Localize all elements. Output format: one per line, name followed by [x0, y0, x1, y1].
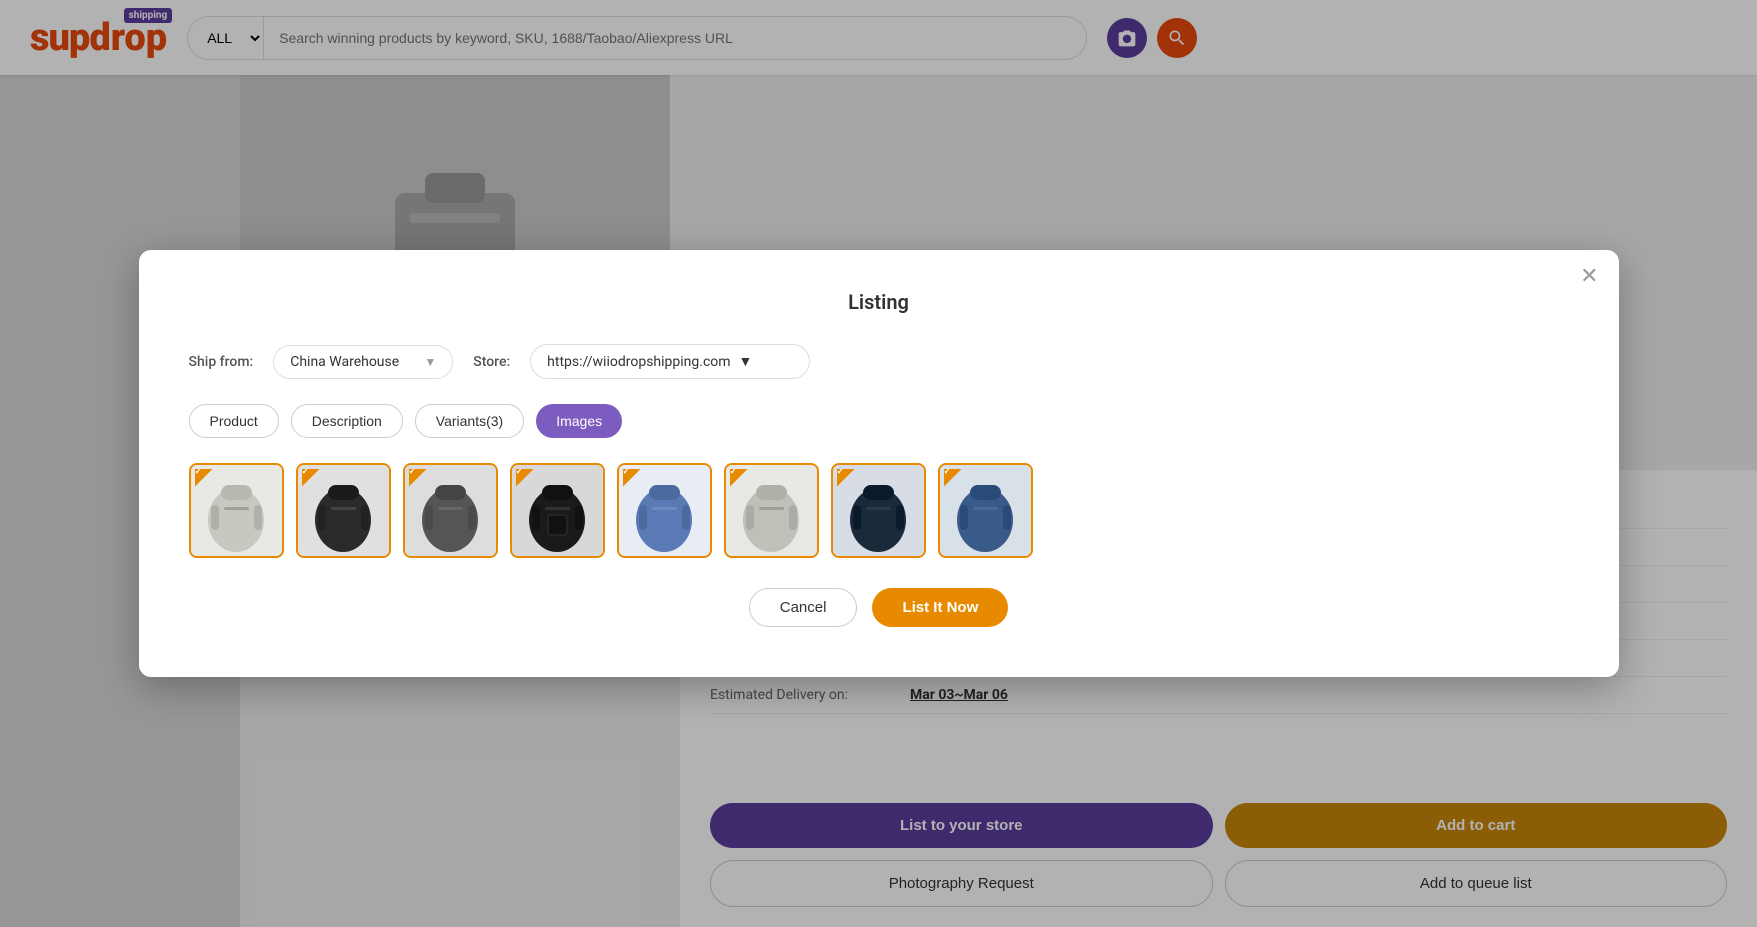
image-grid	[189, 463, 1569, 558]
store-label: Store:	[473, 354, 510, 370]
image-item-6[interactable]	[724, 463, 819, 558]
modal-overlay: ✕ Listing Ship from: China Warehouse ▼ S…	[0, 0, 1757, 927]
image-item-8[interactable]	[938, 463, 1033, 558]
tab-variants[interactable]: Variants(3)	[415, 404, 524, 438]
image-item-7[interactable]	[831, 463, 926, 558]
image-item-4[interactable]	[510, 463, 605, 558]
tab-row: Product Description Variants(3) Images	[189, 404, 1569, 438]
ship-from-value: China Warehouse	[290, 354, 399, 370]
image-item-5[interactable]	[617, 463, 712, 558]
image-item-1[interactable]	[189, 463, 284, 558]
tab-description[interactable]: Description	[291, 404, 403, 438]
store-chevron: ▼	[739, 353, 753, 370]
image-item-2[interactable]	[296, 463, 391, 558]
tab-product[interactable]: Product	[189, 404, 279, 438]
tab-images[interactable]: Images	[536, 404, 622, 438]
listing-modal: ✕ Listing Ship from: China Warehouse ▼ S…	[139, 250, 1619, 677]
backpack-svg-5	[619, 465, 710, 556]
list-it-now-button[interactable]: List It Now	[872, 588, 1008, 627]
backpack-svg-7	[833, 465, 924, 556]
ship-store-row: Ship from: China Warehouse ▼ Store: http…	[189, 344, 1569, 379]
backpack-svg-6	[726, 465, 817, 556]
image-item-3[interactable]	[403, 463, 498, 558]
ship-from-chevron: ▼	[424, 355, 436, 369]
backpack-svg-3	[405, 465, 496, 556]
ship-from-label: Ship from:	[189, 354, 254, 370]
modal-close-button[interactable]: ✕	[1580, 265, 1598, 287]
backpack-svg-4	[512, 465, 603, 556]
backpack-svg-2	[298, 465, 389, 556]
store-value: https://wiiodropshipping.com	[547, 354, 730, 370]
ship-from-dropdown[interactable]: China Warehouse ▼	[273, 345, 453, 379]
backpack-svg-8	[940, 465, 1031, 556]
store-dropdown[interactable]: https://wiiodropshipping.com ▼	[530, 344, 810, 379]
backpack-svg-1	[191, 465, 282, 556]
modal-actions: Cancel List It Now	[189, 588, 1569, 627]
modal-title: Listing	[189, 290, 1569, 314]
cancel-button[interactable]: Cancel	[749, 588, 858, 627]
